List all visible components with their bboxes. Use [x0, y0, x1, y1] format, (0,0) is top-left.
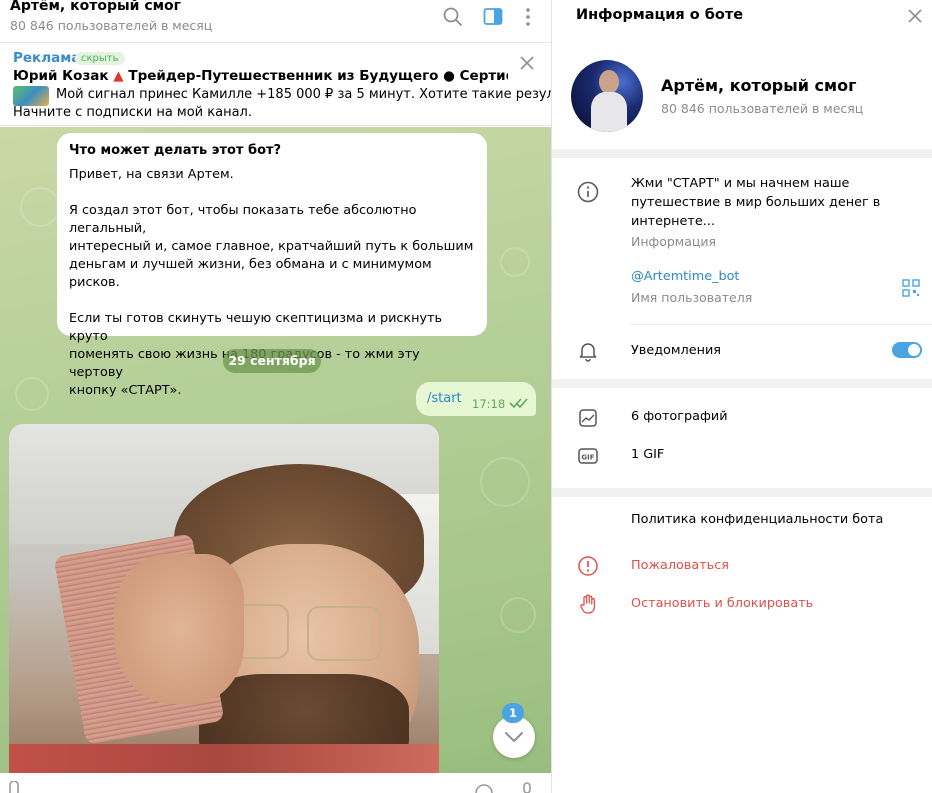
ad-hide-button[interactable]: скрыть: [75, 52, 125, 65]
privacy-policy-link[interactable]: Политика конфиденциальности бота: [631, 512, 883, 527]
divider: [630, 324, 932, 325]
telegram-window: Артём, который смог 80 846 пользователей…: [0, 0, 932, 793]
bot-description-title: Что может делать этот бот?: [69, 143, 282, 158]
message-paragraph: интересный и, самое главное, кратчайший …: [69, 239, 474, 254]
report-button[interactable]: Пожаловаться: [631, 558, 729, 573]
message-composer[interactable]: [0, 773, 551, 793]
hand-stop-icon: [580, 594, 596, 614]
message-paragraph: деньгам и лучшей жизни, без обмана и с м…: [69, 257, 432, 290]
ad-thumbnail: [13, 86, 49, 106]
ad-label: Реклама: [13, 50, 81, 66]
message-paragraph: Привет, на связи Артем.: [69, 167, 234, 182]
ad-title-rest: Трейдер-Путешественник из Будущего ● Сер…: [128, 68, 508, 84]
message-paragraph: Если ты готов скинуть чешую скептицизма …: [69, 311, 443, 344]
chat-header[interactable]: Артём, который смог 80 846 пользователей…: [0, 0, 551, 43]
ad-text-line1: Мой сигнал принес Камилле +185 000 ₽ за …: [56, 87, 551, 102]
gif-count-link[interactable]: 1 GIF: [631, 447, 664, 462]
bot-description: Жми "СТАРТ" и мы начнем наше путешествие…: [631, 174, 901, 231]
background-doodle: [15, 377, 49, 411]
notifications-label: Уведомления: [631, 343, 721, 358]
info-icon: [577, 181, 599, 203]
notifications-toggle[interactable]: [892, 342, 922, 358]
chat-column: Артём, который смог 80 846 пользователей…: [0, 0, 551, 793]
bell-icon: [579, 343, 597, 362]
description-line: интернете...: [631, 214, 715, 229]
unread-count-badge: 1: [502, 703, 524, 723]
description-line: путешествие в мир больших денег в: [631, 195, 881, 210]
avatar-head: [599, 70, 619, 94]
sidebar-toggle-icon[interactable]: [482, 6, 504, 28]
attach-icon[interactable]: [6, 781, 26, 793]
bot-username-link[interactable]: @Artemtime_bot: [631, 269, 739, 284]
background-doodle: [20, 187, 60, 227]
bot-info-panel: Информация о боте Артём, который смог 80…: [552, 0, 932, 793]
background-doodle: [500, 597, 536, 633]
outgoing-message[interactable]: /start 17:18: [416, 382, 536, 416]
date-separator: 29 сентября: [223, 349, 321, 373]
section-separator: [552, 488, 932, 497]
emoji-icon[interactable]: [474, 781, 494, 793]
search-icon[interactable]: [442, 6, 464, 28]
photo-icon: [579, 409, 597, 427]
more-vertical-icon[interactable]: [517, 6, 539, 28]
section-separator: [552, 379, 932, 388]
svg-text:GIF: GIF: [581, 454, 594, 462]
message-paragraph: кнопку «СТАРТ».: [69, 383, 182, 398]
bot-name: Артём, который смог: [661, 76, 857, 95]
photo-hand: [114, 554, 244, 704]
background-doodle: [500, 247, 530, 277]
photos-count-link[interactable]: 6 фотографий: [631, 409, 728, 424]
background-doodle: [480, 457, 530, 507]
description-line: Жми "СТАРТ" и мы начнем наше: [631, 176, 850, 191]
qr-code-icon[interactable]: [902, 279, 920, 297]
message-time: 17:18: [472, 397, 506, 411]
info-panel-title: Информация о боте: [576, 7, 744, 23]
close-icon[interactable]: [519, 55, 535, 71]
photo-glasses: [307, 606, 382, 661]
report-icon: [578, 556, 598, 576]
chat-subtitle: 80 846 пользователей в месяц: [10, 18, 213, 33]
description-caption: Информация: [631, 234, 717, 249]
stop-and-block-button[interactable]: Остановить и блокировать: [631, 596, 813, 611]
bot-monthly-users: 80 846 пользователей в месяц: [661, 101, 864, 116]
ad-title-prefix: Юрий Козак: [13, 68, 114, 84]
username-caption: Имя пользователя: [631, 290, 753, 305]
warning-triangle-icon: ▲: [113, 68, 124, 84]
bot-avatar[interactable]: [571, 60, 643, 132]
message-paragraph: Я создал этот бот, чтобы показать тебе а…: [69, 203, 417, 236]
ad-text-line2: Начните с подписки на мой канал.: [13, 105, 252, 120]
close-icon[interactable]: [907, 8, 923, 24]
chat-title: Артём, который смог: [10, 0, 181, 14]
photo-message[interactable]: [9, 424, 439, 793]
avatar-body: [591, 92, 627, 132]
gif-icon: GIF: [578, 448, 598, 464]
ad-title: Юрий Козак ▲ Трейдер-Путешественник из Б…: [13, 68, 508, 84]
outgoing-message-text[interactable]: /start: [427, 391, 462, 406]
bot-description-message: Что может делать этот бот? Привет, на св…: [57, 133, 487, 398]
chat-background: Что может делать этот бот? Привет, на св…: [0, 127, 551, 793]
microphone-icon[interactable]: [517, 781, 537, 793]
sponsored-message[interactable]: Реклама скрыть Юрий Козак ▲ Трейдер-Путе…: [0, 43, 551, 126]
section-separator: [552, 149, 932, 158]
chevron-down-icon: [505, 732, 523, 743]
double-check-icon: [509, 398, 528, 409]
